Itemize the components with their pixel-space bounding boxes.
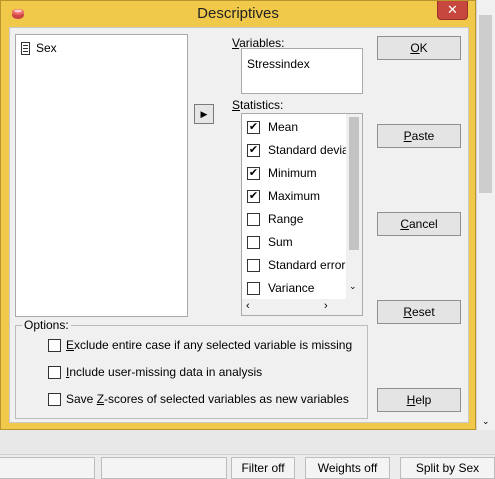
stat-item-variance[interactable]: Variance bbox=[247, 279, 314, 297]
scroll-thumb[interactable] bbox=[349, 117, 359, 250]
chevron-right-icon[interactable]: › bbox=[324, 300, 328, 312]
chevron-left-icon[interactable]: ‹ bbox=[246, 300, 250, 312]
paste-button[interactable]: Paste bbox=[377, 124, 461, 148]
option-include-user-missing[interactable]: Include user-missing data in analysis bbox=[48, 365, 262, 379]
move-variable-button[interactable]: ▶ bbox=[194, 104, 214, 124]
status-cell bbox=[0, 457, 95, 479]
statistics-label: Statistics: bbox=[232, 98, 284, 112]
checkbox[interactable] bbox=[48, 338, 61, 352]
source-variable-list[interactable]: Sex bbox=[15, 34, 188, 317]
status-cell bbox=[101, 457, 227, 479]
ok-button[interactable]: OK bbox=[377, 36, 461, 60]
statistics-list[interactable]: ✔ Mean ✔ Standard devia ✔ Minimum ✔ Maxi… bbox=[241, 113, 363, 316]
options-legend: Options: bbox=[22, 318, 71, 332]
status-bar: Filter off Weights off Split by Sex bbox=[0, 454, 495, 479]
list-item[interactable]: Sex bbox=[21, 41, 57, 55]
stat-item-mean[interactable]: ✔ Mean bbox=[247, 118, 298, 136]
checkbox[interactable]: ✔ bbox=[247, 143, 260, 157]
options-group: Options: Exclude entire case if any sele… bbox=[15, 318, 368, 419]
checkbox[interactable]: ✔ bbox=[247, 189, 260, 203]
stat-item-range[interactable]: Range bbox=[247, 210, 303, 228]
reset-button[interactable]: Reset bbox=[377, 300, 461, 324]
selected-variables-list[interactable]: Stressindex bbox=[241, 48, 363, 94]
stat-item-maximum[interactable]: ✔ Maximum bbox=[247, 187, 320, 205]
stat-item-sum[interactable]: Sum bbox=[247, 233, 293, 251]
close-button[interactable]: ✕ bbox=[437, 1, 468, 20]
title-bar[interactable]: Descriptives ✕ bbox=[1, 1, 475, 27]
checkbox[interactable]: ✔ bbox=[247, 120, 260, 134]
checkbox[interactable] bbox=[247, 212, 260, 226]
variable-label: Sex bbox=[36, 41, 57, 55]
checkbox[interactable] bbox=[247, 258, 260, 272]
checkbox[interactable]: ✔ bbox=[247, 166, 260, 180]
window-title: Descriptives bbox=[197, 5, 279, 22]
weights-status: Weights off bbox=[305, 457, 390, 479]
stat-item-minimum[interactable]: ✔ Minimum bbox=[247, 164, 317, 182]
background-vertical-scrollbar[interactable]: ⌄ bbox=[476, 0, 495, 430]
option-exclude-case[interactable]: Exclude entire case if any selected vari… bbox=[48, 338, 352, 352]
variable-icon bbox=[21, 41, 30, 55]
chevron-down-icon[interactable]: ⌄ bbox=[349, 281, 357, 292]
cancel-button[interactable]: Cancel bbox=[377, 212, 461, 236]
checkbox[interactable] bbox=[48, 392, 61, 406]
chevron-down-icon[interactable]: ⌄ bbox=[482, 416, 490, 427]
statistics-vertical-scrollbar[interactable]: ⌄ bbox=[346, 114, 362, 299]
filter-status: Filter off bbox=[231, 457, 295, 479]
list-item[interactable]: Stressindex bbox=[247, 57, 310, 71]
checkbox[interactable] bbox=[247, 281, 260, 295]
dialog-window: Descriptives ✕ Sex Variables: Stressinde… bbox=[0, 0, 476, 430]
statistics-horizontal-scrollbar[interactable]: ‹ › bbox=[242, 299, 362, 315]
checkbox[interactable] bbox=[247, 235, 260, 249]
dialog-body: Sex Variables: Stressindex ▶ Statistics:… bbox=[9, 27, 469, 423]
help-button[interactable]: Help bbox=[377, 388, 461, 412]
stat-item-std-error[interactable]: Standard error bbox=[247, 256, 345, 274]
checkbox[interactable] bbox=[48, 365, 61, 379]
option-save-z-scores[interactable]: Save Z-scores of selected variables as n… bbox=[48, 392, 349, 406]
stat-item-std-deviation[interactable]: ✔ Standard devia bbox=[247, 141, 349, 159]
scroll-thumb[interactable] bbox=[479, 15, 492, 193]
split-status: Split by Sex bbox=[400, 457, 495, 479]
